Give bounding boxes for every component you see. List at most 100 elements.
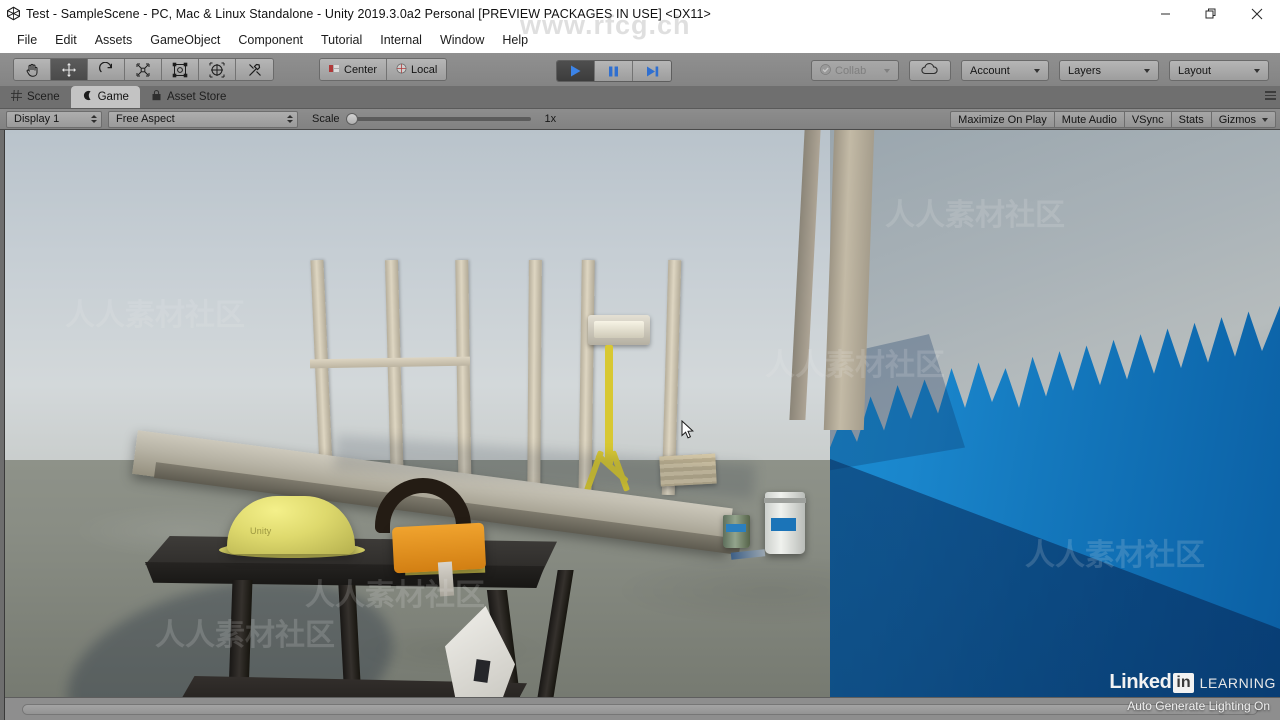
pause-button[interactable] <box>595 61 633 81</box>
circular-saw-blade <box>437 561 455 597</box>
aspect-dropdown[interactable]: Free Aspect <box>108 110 298 128</box>
toolbar-right-controls: Collab Account Layers Layout <box>811 60 1269 81</box>
linkedin-in-badge: in <box>1173 672 1194 693</box>
game-view[interactable]: Unity 人人素材社区 人人素材社区 人人素材社区 人人素材社区 人人素材社区… <box>0 130 1280 720</box>
game-view-left-edge <box>0 130 5 720</box>
rotate-tool-button[interactable] <box>88 59 125 80</box>
display-dropdown[interactable]: Display 1 <box>6 110 102 128</box>
tab-asset-store[interactable]: Asset Store <box>140 86 237 108</box>
pivot-handle-group: Center Local <box>319 58 448 81</box>
play-button[interactable] <box>557 61 595 81</box>
menu-edit[interactable]: Edit <box>46 30 86 50</box>
custom-tool-button[interactable] <box>236 59 273 80</box>
rect-tool-button[interactable] <box>162 59 199 80</box>
unity-icon <box>0 0 26 27</box>
menu-internal[interactable]: Internal <box>371 30 431 50</box>
chevron-updown-icon <box>287 115 293 123</box>
game-view-toolbar: Display 1 Free Aspect Scale 1x Maximize … <box>0 109 1280 130</box>
menu-window[interactable]: Window <box>431 30 493 50</box>
layers-button[interactable]: Layers <box>1059 60 1159 81</box>
hardhat-logo: Unity <box>250 526 272 536</box>
menu-file[interactable]: File <box>8 30 46 50</box>
collab-button[interactable]: Collab <box>811 60 899 81</box>
scale-slider-group: Scale 1x <box>312 113 556 125</box>
linkedin-learning-label: LEARNING <box>1199 674 1276 691</box>
chevron-updown-icon <box>91 115 97 123</box>
gamepad-icon <box>82 90 93 104</box>
scale-slider-handle[interactable] <box>345 113 358 125</box>
transform-tool-button[interactable] <box>199 59 236 80</box>
game-toolbar-toggles: Maximize On Play Mute Audio VSync Stats … <box>950 111 1276 128</box>
collab-check-icon <box>820 63 831 78</box>
vsync-toggle[interactable]: VSync <box>1124 111 1172 128</box>
close-button[interactable] <box>1234 0 1280 27</box>
layout-button[interactable]: Layout <box>1169 60 1269 81</box>
tab-scene[interactable]: Scene <box>0 86 71 108</box>
scrollbar-track[interactable] <box>22 704 1258 715</box>
cloud-button[interactable] <box>909 60 951 81</box>
linkedin-learning-watermark: Linked in LEARNING <box>1109 671 1276 694</box>
pivot-mode-label: Center <box>344 63 378 76</box>
center-icon <box>329 64 340 76</box>
window-controls <box>1142 0 1280 27</box>
menu-bar: File Edit Assets GameObject Component Tu… <box>0 27 1280 53</box>
paint-can-small <box>723 515 750 548</box>
display-value: Display 1 <box>14 113 60 125</box>
chevron-down-icon <box>1144 68 1150 73</box>
scale-label: Scale <box>312 113 340 125</box>
chevron-down-icon <box>1034 68 1040 73</box>
panel-options-icon[interactable] <box>1265 91 1276 100</box>
main-toolbar: Center Local Collab Account Layers Layou… <box>0 53 1280 87</box>
step-button[interactable] <box>633 61 671 81</box>
title-bar: Test - SampleScene - PC, Mac & Linux Sta… <box>0 0 1280 27</box>
stats-toggle[interactable]: Stats <box>1171 111 1212 128</box>
scrollbar-thumb[interactable] <box>23 705 1257 714</box>
tab-game-label: Game <box>97 91 129 103</box>
scale-tool-button[interactable] <box>125 59 162 80</box>
mute-audio-toggle[interactable]: Mute Audio <box>1054 111 1125 128</box>
menu-tutorial[interactable]: Tutorial <box>312 30 371 50</box>
cloud-icon <box>921 63 939 78</box>
pivot-mode-button[interactable]: Center <box>320 59 388 80</box>
tripod-pole <box>605 345 613 465</box>
account-label: Account <box>970 64 1010 77</box>
gizmos-label: Gizmos <box>1218 113 1256 126</box>
scale-slider[interactable] <box>345 113 531 125</box>
scale-value: 1x <box>544 113 557 125</box>
store-icon <box>151 90 162 104</box>
paint-bucket-large <box>764 492 806 554</box>
horizontal-scrollbar[interactable] <box>0 697 1280 720</box>
tab-scene-label: Scene <box>27 91 60 103</box>
transform-tools <box>13 58 274 81</box>
collab-label: Collab <box>835 64 867 77</box>
account-button[interactable]: Account <box>961 60 1049 81</box>
play-controls <box>556 60 672 82</box>
move-tool-button[interactable] <box>51 59 88 80</box>
menu-assets[interactable]: Assets <box>86 30 142 50</box>
game-render-surface[interactable]: Unity 人人素材社区 人人素材社区 人人素材社区 人人素材社区 人人素材社区… <box>5 130 1280 697</box>
grid-icon <box>11 89 22 104</box>
maximize-on-play-toggle[interactable]: Maximize On Play <box>950 111 1055 128</box>
handle-mode-button[interactable]: Local <box>387 59 447 80</box>
local-icon <box>396 63 407 77</box>
tab-game[interactable]: Game <box>70 86 140 108</box>
work-light-head <box>588 315 650 345</box>
panel-tab-bar: Scene Game Asset Store <box>0 86 1280 109</box>
window-title: Test - SampleScene - PC, Mac & Linux Sta… <box>26 6 711 21</box>
handle-mode-label: Local <box>411 63 438 76</box>
layers-label: Layers <box>1068 64 1102 77</box>
restore-button[interactable] <box>1188 0 1234 27</box>
linkedin-word: Linked <box>1109 671 1172 693</box>
menu-help[interactable]: Help <box>493 30 537 50</box>
minimize-button[interactable] <box>1142 0 1188 27</box>
chevron-down-icon <box>1254 68 1260 73</box>
menu-gameobject[interactable]: GameObject <box>141 30 229 50</box>
chevron-down-icon <box>884 68 890 73</box>
menu-component[interactable]: Component <box>229 30 312 50</box>
lighting-status-text: Auto Generate Lighting On <box>1127 699 1270 713</box>
gizmos-toggle[interactable]: Gizmos <box>1211 111 1276 128</box>
hand-tool-button[interactable] <box>14 59 51 80</box>
layout-label: Layout <box>1178 64 1212 77</box>
aspect-value: Free Aspect <box>116 113 175 125</box>
tab-asset-store-label: Asset Store <box>166 91 227 103</box>
